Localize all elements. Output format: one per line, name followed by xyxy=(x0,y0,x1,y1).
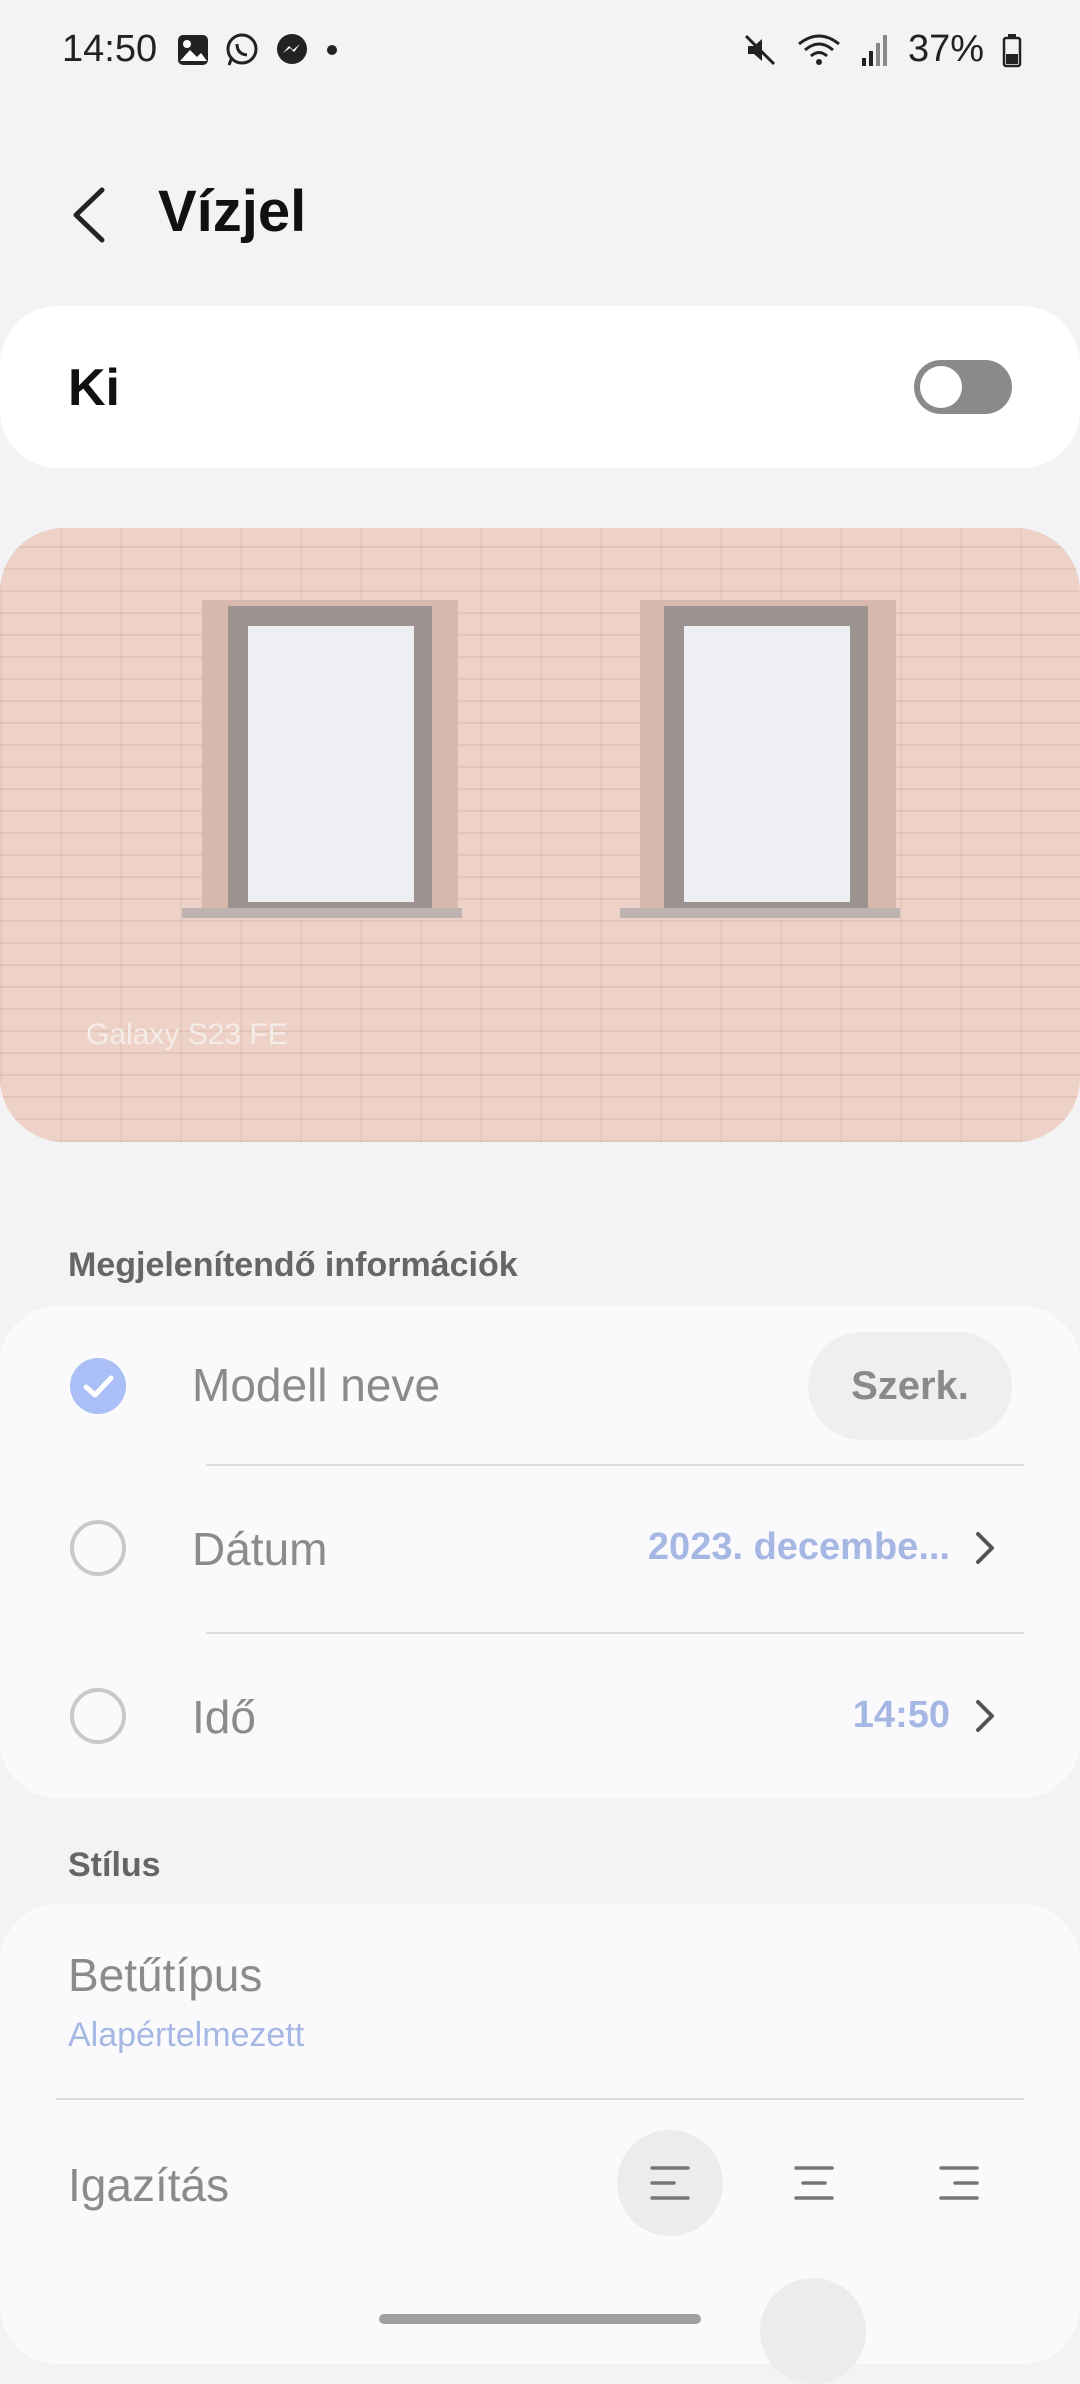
align-center-button[interactable] xyxy=(761,2130,867,2236)
info-item-model-name[interactable]: Modell neve Szerk. xyxy=(0,1306,1080,1466)
info-item-time[interactable]: Idő 14:50 xyxy=(0,1634,1080,1794)
align-right-icon xyxy=(939,2166,979,2200)
status-bar: 14:50 37% xyxy=(0,0,1080,100)
dot-icon xyxy=(327,45,337,55)
font-setting-row[interactable]: Betűtípus Alapértelmezett xyxy=(0,1904,1080,2094)
align-left-icon xyxy=(650,2166,690,2200)
navigation-handle[interactable] xyxy=(379,2314,701,2324)
style-section-header: Stílus xyxy=(68,1846,161,1884)
divider xyxy=(56,2098,1024,2100)
model-name-label: Modell neve xyxy=(192,1359,441,1411)
watermark-toggle-row[interactable]: Ki xyxy=(0,306,1080,468)
time-checkbox[interactable] xyxy=(70,1688,126,1744)
alignment-label: Igazítás xyxy=(68,2159,230,2211)
font-label: Betűtípus xyxy=(68,1949,263,2001)
mute-icon xyxy=(744,34,775,65)
time-label: Idő xyxy=(192,1691,256,1743)
notification-icons xyxy=(176,32,340,68)
chevron-right-icon xyxy=(976,1532,994,1564)
battery-percentage: 37% xyxy=(907,28,984,70)
info-item-date[interactable]: Dátum 2023. decembe... xyxy=(0,1466,1080,1626)
chevron-right-icon xyxy=(976,1700,994,1732)
time-value: 14:50 xyxy=(852,1694,950,1736)
watermark-switch[interactable] xyxy=(914,360,1012,414)
check-icon xyxy=(83,1375,114,1398)
wifi-icon xyxy=(798,34,840,65)
align-center-icon xyxy=(794,2166,834,2200)
switch-knob xyxy=(920,366,962,408)
info-section-header: Megjelenítendő információk xyxy=(68,1246,518,1284)
system-icons: 37% xyxy=(742,28,1022,71)
battery-icon xyxy=(1002,33,1022,67)
align-left-button[interactable] xyxy=(617,2130,723,2236)
date-label: Dátum xyxy=(192,1523,328,1575)
messenger-icon xyxy=(277,34,307,64)
align-right-button[interactable] xyxy=(906,2130,1012,2236)
watermark-text: Galaxy S23 FE xyxy=(86,1018,288,1051)
next-option-button[interactable] xyxy=(760,2278,866,2384)
date-value: 2023. decembe... xyxy=(647,1526,950,1568)
watermark-preview: Galaxy S23 FE xyxy=(0,528,1080,1142)
gallery-icon xyxy=(178,35,208,65)
chevron-left-icon xyxy=(73,187,105,243)
font-value: Alapértelmezett xyxy=(68,2016,305,2054)
whatsapp-icon xyxy=(226,33,258,66)
page-title: Vízjel xyxy=(158,179,307,244)
style-card: Betűtípus Alapértelmezett Igazítás xyxy=(0,1904,1080,2364)
status-time: 14:50 xyxy=(62,28,158,70)
signal-icon xyxy=(861,34,887,66)
info-card: Modell neve Szerk. Dátum 2023. decembe..… xyxy=(0,1306,1080,1798)
back-button[interactable] xyxy=(62,180,122,250)
date-checkbox[interactable] xyxy=(70,1520,126,1576)
edit-button[interactable]: Szerk. xyxy=(808,1332,1012,1440)
model-name-checkbox[interactable] xyxy=(70,1358,126,1414)
watermark-toggle-label: Ki xyxy=(68,359,120,417)
